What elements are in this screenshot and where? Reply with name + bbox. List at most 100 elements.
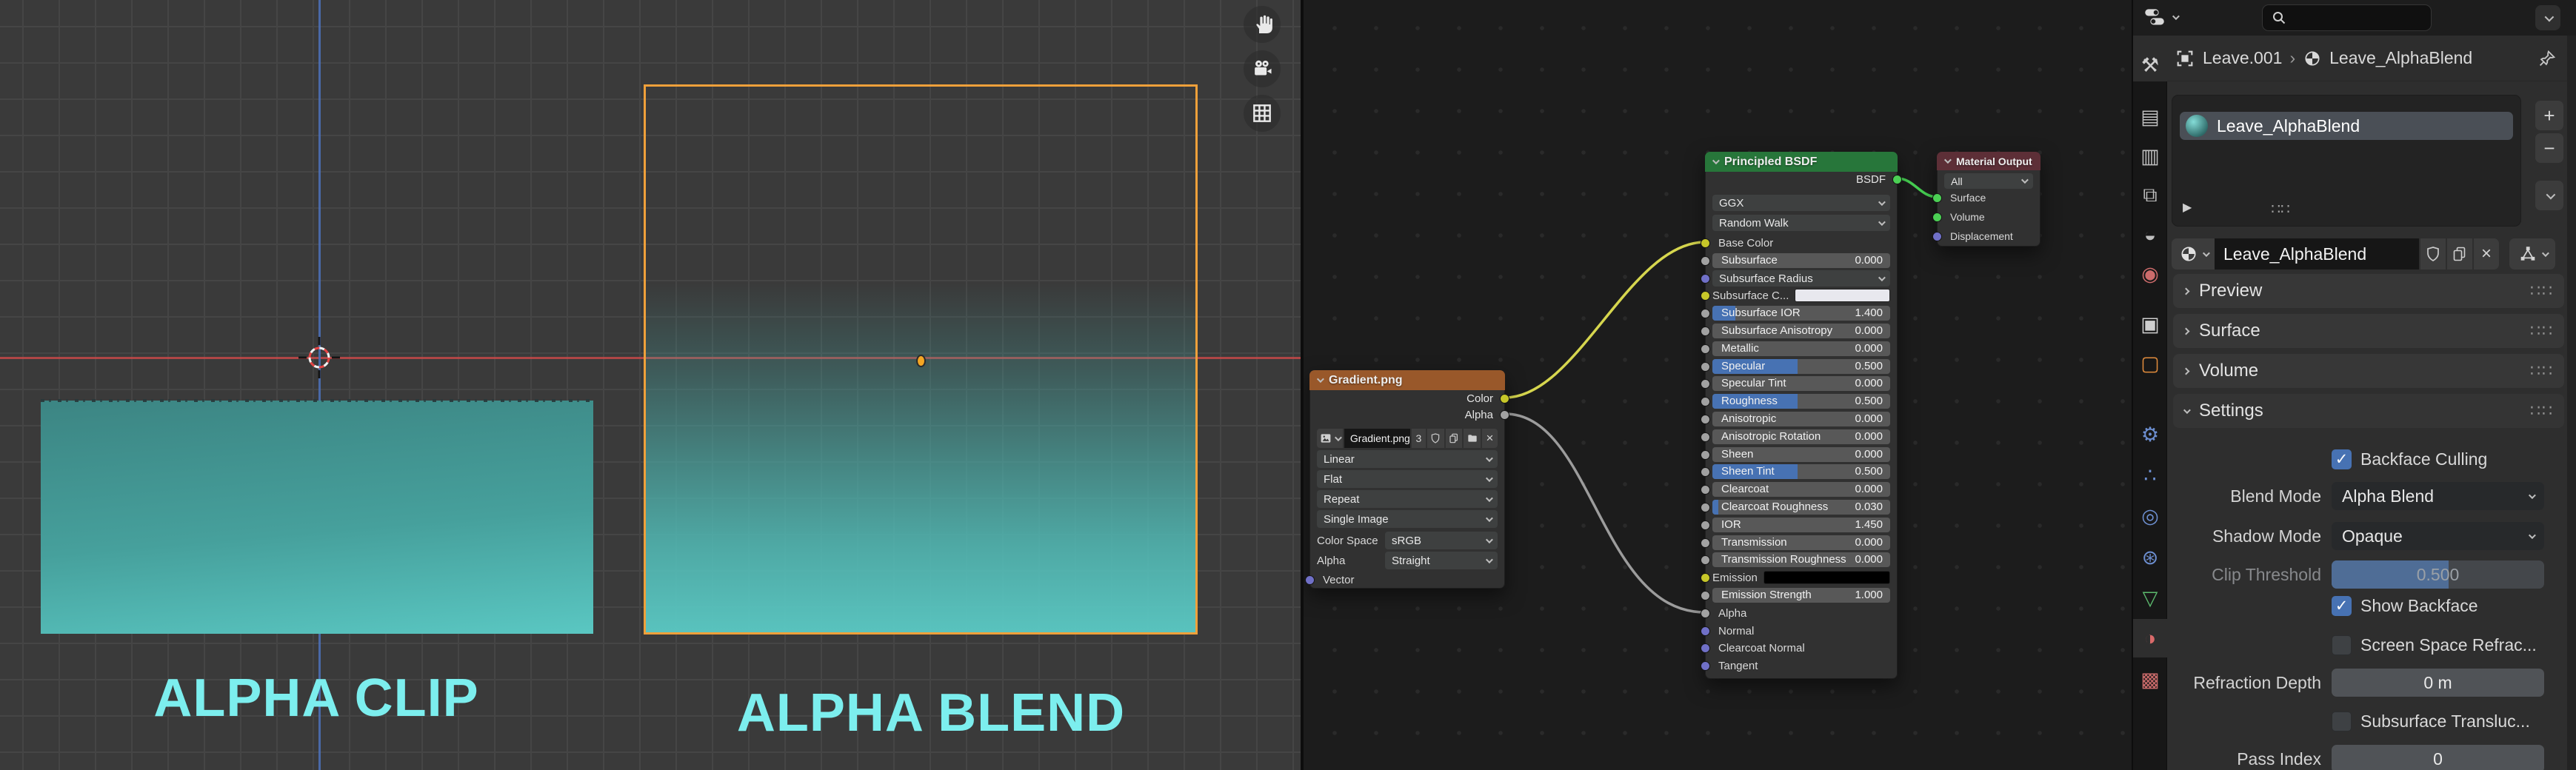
tab-material[interactable]: ◑ xyxy=(2133,619,2167,657)
bsdf-slider-subsurface-ior[interactable]: Subsurface IOR1.400 xyxy=(1712,306,1890,321)
bsdf-slider-sheen-tint[interactable]: Sheen Tint0.500 xyxy=(1712,464,1890,479)
panel-grip[interactable]: ∷∷ xyxy=(2530,321,2554,341)
output-input-socket-surface[interactable] xyxy=(1932,193,1942,203)
camera-view-icon[interactable] xyxy=(1244,50,1281,87)
image-select-straight[interactable]: Straight xyxy=(1385,552,1498,569)
material-slot-selected[interactable]: Leave_AlphaBlend xyxy=(2180,112,2513,140)
slot-specials-button[interactable]: ▶ xyxy=(2183,200,2192,218)
breadcrumb-material[interactable]: Leave_AlphaBlend xyxy=(2329,48,2472,68)
material-name-field[interactable]: Leave_AlphaBlend xyxy=(2215,238,2419,270)
material-slot-list[interactable]: Leave_AlphaBlend ▶ ∷∷ xyxy=(2172,95,2521,227)
image-select-single-image[interactable]: Single Image xyxy=(1317,510,1498,528)
bsdf-input-socket-sheen-tint[interactable] xyxy=(1701,467,1710,477)
tab-collection[interactable]: ▣ xyxy=(2133,305,2167,344)
bsdf-input-socket-emission[interactable] xyxy=(1701,573,1710,583)
image-users-count[interactable]: 3 xyxy=(1412,429,1426,448)
unlink-image-button[interactable]: × xyxy=(1482,429,1498,448)
bsdf-input-socket-alpha[interactable] xyxy=(1701,609,1710,618)
bsdf-input-socket-anisotropic-rotation[interactable] xyxy=(1701,432,1710,442)
bsdf-slider-anisotropic[interactable]: Anisotropic0.000 xyxy=(1712,412,1890,426)
bsdf-slider-specular-tint[interactable]: Specular Tint0.000 xyxy=(1712,376,1890,391)
bsdf-slider-anisotropic-rotation[interactable]: Anisotropic Rotation0.000 xyxy=(1712,429,1890,444)
tab-view-layer[interactable]: ⧉ xyxy=(2133,176,2167,215)
output-input-socket-displacement[interactable] xyxy=(1932,232,1942,241)
bsdf-input-socket-sheen[interactable] xyxy=(1701,450,1710,460)
image-node-header[interactable]: Gradient.png xyxy=(1309,370,1505,390)
bsdf-slider-emission-strength[interactable]: Emission Strength1.000 xyxy=(1712,588,1890,603)
bsdf-input-socket-roughness[interactable] xyxy=(1701,397,1710,406)
breadcrumb-object[interactable]: Leave.001 xyxy=(2203,48,2282,68)
image-select-srgb[interactable]: sRGB xyxy=(1385,532,1498,549)
show-backface-checkbox[interactable]: ✓ xyxy=(2332,596,2352,616)
subsurface-translucency-checkbox[interactable] xyxy=(2332,712,2352,732)
bsdf-input-socket-subsurface-anisotropy[interactable] xyxy=(1701,327,1710,336)
bsdf-input-socket-emission-strength[interactable] xyxy=(1701,591,1710,600)
output-target-select[interactable]: All xyxy=(1944,173,2033,189)
output-input-socket-volume[interactable] xyxy=(1932,212,1942,222)
pin-icon[interactable] xyxy=(2536,47,2558,70)
copy-image-button[interactable] xyxy=(1446,429,1463,448)
bsdf-input-socket-subsurface-c[interactable] xyxy=(1701,291,1710,301)
search-input[interactable] xyxy=(2262,4,2432,31)
panel-settings[interactable]: Settings ∷∷ xyxy=(2173,394,2564,428)
tab-scene[interactable]: ◒ xyxy=(2133,215,2167,254)
tab-particles[interactable]: ∴ xyxy=(2133,456,2167,495)
color-swatch[interactable] xyxy=(1764,571,1890,584)
bsdf-slider-transmission[interactable]: Transmission0.000 xyxy=(1712,535,1890,550)
open-image-folder-button[interactable] xyxy=(1464,429,1481,448)
add-slot-button[interactable]: + xyxy=(2535,101,2563,130)
bsdf-output-socket[interactable] xyxy=(1892,175,1902,184)
copy-material-button[interactable] xyxy=(2447,238,2472,270)
bsdf-input-socket-specular-tint[interactable] xyxy=(1701,379,1710,389)
panel-grip[interactable]: ∷∷ xyxy=(2530,281,2554,301)
tab-modifiers[interactable]: ⚙ xyxy=(2133,415,2167,454)
panel-preview[interactable]: Preview ∷∷ xyxy=(2173,274,2564,308)
bsdf-input-socket-ior[interactable] xyxy=(1701,520,1710,530)
image-input-socket-vector[interactable] xyxy=(1305,575,1315,585)
tab-object-data[interactable]: ▽ xyxy=(2133,579,2167,617)
tab-world[interactable]: ◉ xyxy=(2133,255,2167,293)
tab-output[interactable]: ▥ xyxy=(2133,137,2167,175)
bsdf-slider-clearcoat[interactable]: Clearcoat0.000 xyxy=(1712,482,1890,497)
editor-type-button[interactable] xyxy=(2142,4,2178,30)
shader-node-editor[interactable]: Gradient.png ColorAlphaGradient.png3×Lin… xyxy=(1304,0,2132,770)
bsdf-input-socket-base-color[interactable] xyxy=(1701,238,1710,248)
pan-hand-icon[interactable] xyxy=(1244,6,1281,43)
screen-space-refraction-checkbox[interactable] xyxy=(2332,635,2352,655)
bsdf-select-subsurface-radius[interactable]: Subsurface Radius xyxy=(1712,270,1890,287)
image-output-socket-color[interactable] xyxy=(1500,394,1509,404)
browse-image-button[interactable] xyxy=(1317,429,1343,448)
fake-user-shield-button[interactable] xyxy=(2420,238,2446,270)
bsdf-slider-sheen[interactable]: Sheen0.000 xyxy=(1712,447,1890,462)
bsdf-input-socket-subsurface[interactable] xyxy=(1701,256,1710,266)
remove-slot-button[interactable]: − xyxy=(2535,133,2563,163)
panel-volume[interactable]: Volume ∷∷ xyxy=(2173,354,2564,388)
output-node-header[interactable]: Material Output xyxy=(1937,152,2041,170)
bsdf-slider-metallic[interactable]: Metallic0.000 xyxy=(1712,341,1890,356)
node-tree-button[interactable] xyxy=(2509,238,2555,270)
image-select-flat[interactable]: Flat xyxy=(1317,470,1498,488)
bsdf-select-random-walk[interactable]: Random Walk xyxy=(1712,215,1890,231)
alpha-clip-plane[interactable] xyxy=(41,401,593,634)
bsdf-input-socket-transmission-roughness[interactable] xyxy=(1701,555,1710,565)
bsdf-input-socket-transmission[interactable] xyxy=(1701,538,1710,548)
image-select-repeat[interactable]: Repeat xyxy=(1317,490,1498,508)
bsdf-slider-specular[interactable]: Specular0.500 xyxy=(1712,359,1890,374)
blend-mode-select[interactable]: Alpha Blend xyxy=(2332,482,2544,510)
list-resize-grip[interactable]: ∷∷ xyxy=(2271,200,2289,218)
principled-bsdf-node[interactable]: Principled BSDF BSDF GGXRandom WalkBase … xyxy=(1705,152,1898,679)
refraction-depth-field[interactable]: 0 m xyxy=(2332,669,2544,697)
scrollbar[interactable] xyxy=(2567,36,2576,770)
tab-physics[interactable]: ◎ xyxy=(2133,497,2167,535)
tab-tool[interactable]: ⚒ xyxy=(2133,46,2167,84)
bsdf-input-socket-subsurface-ior[interactable] xyxy=(1701,309,1710,318)
panel-grip[interactable]: ∷∷ xyxy=(2530,361,2554,381)
material-output-node[interactable]: Material Output All SurfaceVolumeDisplac… xyxy=(1937,152,2041,247)
browse-material-button[interactable] xyxy=(2172,238,2215,270)
bsdf-slider-subsurface[interactable]: Subsurface0.000 xyxy=(1712,253,1890,268)
tab-texture[interactable]: ▩ xyxy=(2133,660,2167,699)
tab-constraints[interactable]: ⊛ xyxy=(2133,538,2167,577)
collapse-icon[interactable] xyxy=(1317,375,1324,383)
tab-object[interactable]: ▢ xyxy=(2133,344,2167,383)
3d-viewport[interactable]: ALPHA CLIP ALPHA BLEND xyxy=(0,0,1301,770)
